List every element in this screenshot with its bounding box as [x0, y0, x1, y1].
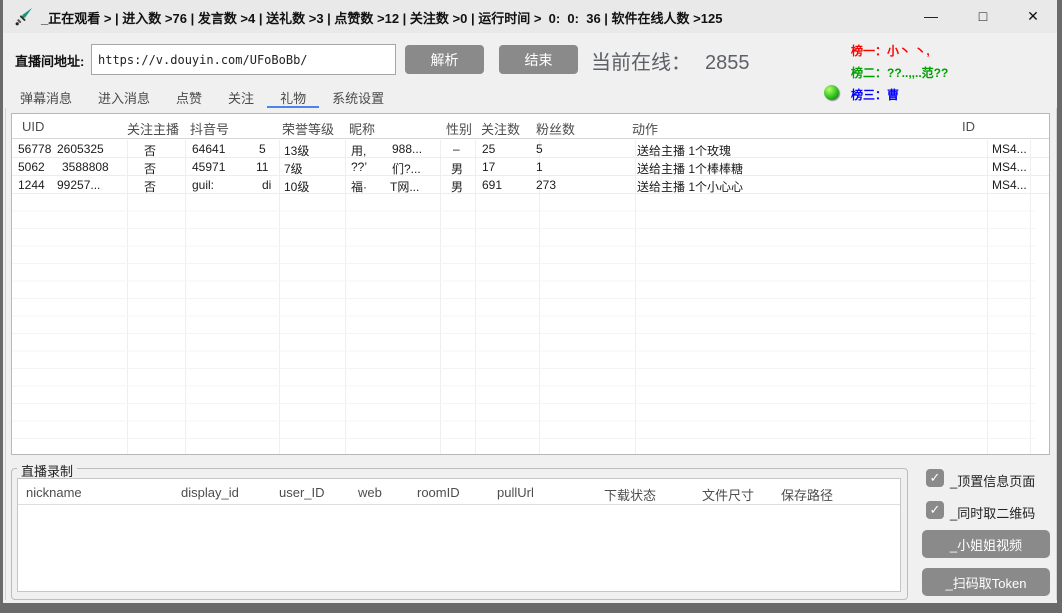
rec-col-nickname: nickname	[26, 485, 82, 500]
cell-level: 7级	[284, 160, 303, 177]
pin-info-label: _顶置信息页面	[950, 471, 1035, 490]
gift-row[interactable]: 1244 99257... 否 guil: di 10级 福· T网... 男 …	[12, 176, 1049, 194]
col-level: 荣誉等级	[282, 119, 334, 138]
room-url-input[interactable]	[91, 44, 396, 75]
qrcode-label: _同时取二维码	[950, 503, 1035, 522]
cell-douyin: 45971	[192, 160, 225, 174]
online-counter: 当前在线： 2855	[591, 46, 750, 75]
status-ball-icon	[824, 85, 839, 100]
col-nick: 昵称	[349, 119, 375, 138]
cell-follow: 否	[144, 160, 156, 177]
cell-fans: 5	[536, 142, 543, 156]
cell-uid2: 3588808	[62, 160, 109, 174]
cell-action: 送给主播 1个玫瑰	[637, 142, 731, 159]
cell-uid: 1244	[18, 178, 45, 192]
window-title: _正在观看 > | 进入数 >76 | 发言数 >4 | 送礼数 >3 | 点赞…	[41, 8, 722, 27]
tab-danmu[interactable]: 弹幕消息	[7, 86, 85, 108]
cell-follows: 25	[482, 142, 495, 156]
cell-id: MS4...	[992, 178, 1027, 192]
leaderboard-rank1: 榜一：小丶 丶,	[851, 42, 930, 59]
app-window: _正在观看 > | 进入数 >76 | 发言数 >4 | 送礼数 >3 | 点赞…	[0, 0, 1062, 613]
col-follow: 关注主播	[127, 119, 179, 138]
rec-col-pullurl: pullUrl	[497, 485, 534, 500]
tab-follow[interactable]: 关注	[215, 86, 267, 108]
sword-icon	[14, 7, 34, 27]
col-douyin: 抖音号	[190, 119, 229, 138]
cell-gender: 男	[451, 160, 463, 177]
online-label: 当前在线：	[591, 52, 691, 74]
col-gender: 性别	[446, 119, 472, 138]
cell-nick: 福·	[351, 178, 367, 195]
gift-table-header: UID 关注主播 抖音号 荣誉等级 昵称 性别 关注数 粉丝数 动作 ID	[12, 114, 1049, 139]
tab-settings[interactable]: 系统设置	[319, 86, 397, 108]
rec-col-filesize: 文件尺寸	[702, 485, 754, 504]
col-follows: 关注数	[481, 119, 520, 138]
cell-douyin2: 11	[256, 160, 268, 174]
cell-fans: 1	[536, 160, 543, 174]
tab-bar: 弹幕消息 进入消息 点赞 关注 礼物 系统设置	[7, 86, 397, 108]
recording-table-header: nickname display_id user_ID web roomID p…	[18, 479, 900, 505]
cell-gender: 男	[451, 178, 463, 195]
col-uid: UID	[22, 119, 44, 134]
cell-follows: 17	[482, 160, 495, 174]
cell-uid: 5062	[18, 160, 45, 174]
cell-action: 送给主播 1个小心心	[637, 178, 743, 195]
cell-id: MS4...	[992, 160, 1027, 174]
cell-follow: 否	[144, 142, 156, 159]
pin-info-checkbox[interactable]: ✓	[926, 469, 944, 487]
col-action: 动作	[632, 119, 658, 138]
tab-like[interactable]: 点赞	[163, 86, 215, 108]
close-button[interactable]: ✕	[1010, 0, 1056, 33]
rec-col-web: web	[358, 485, 382, 500]
qrcode-checkbox[interactable]: ✓	[926, 501, 944, 519]
cell-gender: –	[453, 142, 460, 156]
tab-enter[interactable]: 进入消息	[85, 86, 163, 108]
cell-id: MS4...	[992, 142, 1027, 156]
title-bar: _正在观看 > | 进入数 >76 | 发言数 >4 | 送礼数 >3 | 点赞…	[3, 0, 1057, 33]
cell-nick2: T网...	[390, 178, 419, 195]
cell-uid2: 99257...	[57, 178, 100, 192]
cell-douyin2: 5	[259, 142, 266, 156]
cell-follows: 691	[482, 178, 502, 192]
cell-uid2: 2605325	[57, 142, 104, 156]
rec-col-display-id: display_id	[181, 485, 239, 500]
cell-nick: 用,	[351, 142, 366, 159]
cell-action: 送给主播 1个棒棒糖	[637, 160, 743, 177]
tab-gift[interactable]: 礼物	[267, 86, 319, 108]
cell-level: 13级	[284, 142, 309, 159]
cell-nick2: 们?...	[392, 160, 421, 177]
recording-table: nickname display_id user_ID web roomID p…	[17, 478, 901, 592]
gift-row[interactable]: 5062 3588808 否 45971 11 7级 ??’ 们?... 男 1…	[12, 158, 1049, 176]
gift-row[interactable]: 56778 2605325 否 64641 5 13级 用, 988... – …	[12, 140, 1049, 158]
parse-button[interactable]: 解析	[405, 45, 484, 74]
cell-nick: ??’	[351, 160, 367, 174]
room-url-label: 直播间地址:	[15, 51, 84, 70]
minimize-button[interactable]: —	[908, 0, 954, 33]
cell-fans: 273	[536, 178, 556, 192]
rec-col-savepath: 保存路径	[781, 485, 833, 504]
empty-grid-rows	[12, 194, 1035, 454]
cell-douyin: guil:	[192, 178, 214, 192]
cell-douyin: 64641	[192, 142, 225, 156]
scan-token-button[interactable]: _扫码取Token	[922, 568, 1050, 596]
rec-col-roomid: roomID	[417, 485, 460, 500]
col-fans: 粉丝数	[536, 119, 575, 138]
girl-video-button[interactable]: _小姐姐视频	[922, 530, 1050, 558]
stop-button[interactable]: 结束	[499, 45, 578, 74]
maximize-button[interactable]: □	[960, 0, 1006, 33]
leaderboard-rank3: 榜三：曹	[851, 86, 899, 103]
cell-uid: 56778	[18, 142, 51, 156]
cell-level: 10级	[284, 178, 309, 195]
cell-follow: 否	[144, 178, 156, 195]
rec-col-status: 下载状态	[604, 485, 656, 504]
cell-nick2: 988...	[392, 142, 422, 156]
rec-col-user-id: user_ID	[279, 485, 325, 500]
gift-table: UID 关注主播 抖音号 荣誉等级 昵称 性别 关注数 粉丝数 动作 ID 56…	[11, 113, 1050, 455]
cell-douyin2: di	[262, 178, 271, 192]
col-id: ID	[962, 119, 975, 134]
leaderboard-rank2: 榜二：??..,,..范??	[851, 64, 948, 81]
online-count: 2855	[705, 52, 750, 74]
